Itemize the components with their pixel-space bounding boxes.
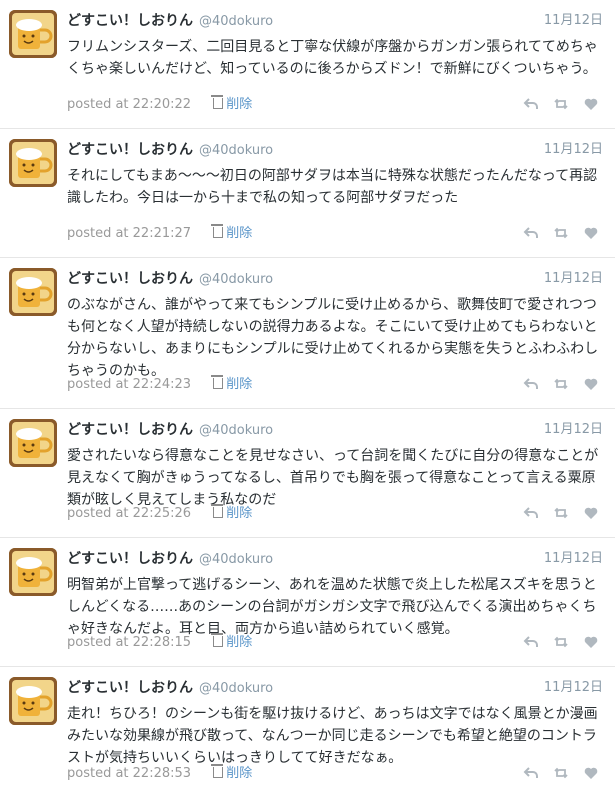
delete-label: 削除 bbox=[226, 635, 253, 650]
tweet-date[interactable]: 11月12日 bbox=[544, 140, 603, 160]
posted-time: posted at 22:20:22 bbox=[67, 97, 192, 112]
tweet-actions bbox=[523, 96, 599, 112]
trash-icon bbox=[211, 95, 224, 109]
delete-link[interactable]: 削除 bbox=[211, 224, 253, 241]
user-handle[interactable]: @40dokuro bbox=[199, 423, 273, 438]
reply-icon[interactable] bbox=[523, 765, 539, 781]
tweet: どすこい！しおりん @40dokuro 11月12日 明智弟が上官撃って逃げるシー… bbox=[0, 538, 615, 667]
reply-icon[interactable] bbox=[523, 225, 539, 241]
user-name[interactable]: どすこい！しおりん bbox=[67, 271, 193, 287]
tweet: どすこい！しおりん @40dokuro 11月12日 愛されたいなら得意なことを見… bbox=[0, 409, 615, 538]
tweet-text: のぶながさん、誰がやって来てもシンプルに受け止めるから、歌舞伎町で愛されつつも何… bbox=[67, 297, 599, 379]
tweet-text: 走れ！ちひろ！のシーンも街を駆け抜けるけど、あっちは文字ではなく風景とか漫画みた… bbox=[67, 706, 598, 766]
trash-icon bbox=[211, 633, 224, 647]
reply-icon[interactable] bbox=[523, 376, 539, 392]
retweet-icon[interactable] bbox=[553, 765, 569, 781]
tweet-meta: posted at 22:25:26 削除 bbox=[67, 504, 253, 523]
heart-icon[interactable] bbox=[583, 505, 599, 521]
tweet-header: どすこい！しおりん @40dokuro 11月12日 bbox=[67, 140, 603, 160]
retweet-icon[interactable] bbox=[553, 96, 569, 112]
delete-link[interactable]: 削除 bbox=[211, 375, 253, 392]
retweet-icon[interactable] bbox=[553, 634, 569, 650]
delete-label: 削除 bbox=[226, 226, 253, 241]
user-handle[interactable]: @40dokuro bbox=[199, 143, 273, 158]
reply-icon[interactable] bbox=[523, 96, 539, 112]
tweet-header: どすこい！しおりん @40dokuro 11月12日 bbox=[67, 11, 603, 31]
heart-icon[interactable] bbox=[583, 765, 599, 781]
tweet-meta: posted at 22:24:23 削除 bbox=[67, 375, 253, 394]
tweet-header: どすこい！しおりん @40dokuro 11月12日 bbox=[67, 420, 603, 440]
tweet-actions bbox=[523, 765, 599, 781]
user-name[interactable]: どすこい！しおりん bbox=[67, 680, 193, 696]
tweet-date[interactable]: 11月12日 bbox=[544, 549, 603, 569]
tweet-text: それにしてもまあ〜〜〜初日の阿部サダヲは本当に特殊な状態だったんだなって再認識し… bbox=[67, 168, 598, 206]
avatar[interactable] bbox=[9, 419, 57, 467]
avatar[interactable] bbox=[9, 677, 57, 725]
reply-icon[interactable] bbox=[523, 634, 539, 650]
tweet-header: どすこい！しおりん @40dokuro 11月12日 bbox=[67, 549, 603, 569]
posted-time: posted at 22:24:23 bbox=[67, 377, 192, 392]
user-handle[interactable]: @40dokuro bbox=[199, 681, 273, 696]
retweet-icon[interactable] bbox=[553, 225, 569, 241]
tweet-header: どすこい！しおりん @40dokuro 11月12日 bbox=[67, 269, 603, 289]
retweet-icon[interactable] bbox=[553, 376, 569, 392]
tweet-date[interactable]: 11月12日 bbox=[544, 420, 603, 440]
tweet-date[interactable]: 11月12日 bbox=[544, 11, 603, 31]
heart-icon[interactable] bbox=[583, 225, 599, 241]
tweet-text: 明智弟が上官撃って逃げるシーン、あれを温めた状態で炎上した松尾スズキを思うとしん… bbox=[67, 577, 597, 637]
tweet-header: どすこい！しおりん @40dokuro 11月12日 bbox=[67, 678, 603, 698]
tweet: どすこい！しおりん @40dokuro 11月12日 フリムンシスターズ、二回目見… bbox=[0, 0, 615, 129]
tweet: どすこい！しおりん @40dokuro 11月12日 それにしてもまあ〜〜〜初日の… bbox=[0, 129, 615, 258]
trash-icon bbox=[211, 764, 224, 778]
tweet-text: フリムンシスターズ、二回目見ると丁寧な伏線が序盤からガンガン張られててめちゃくち… bbox=[67, 39, 598, 77]
tweet-meta: posted at 22:20:22 削除 bbox=[67, 95, 253, 114]
tweet-actions bbox=[523, 505, 599, 521]
user-handle[interactable]: @40dokuro bbox=[199, 552, 273, 567]
avatar[interactable] bbox=[9, 10, 57, 58]
trash-icon bbox=[211, 375, 224, 389]
user-handle[interactable]: @40dokuro bbox=[199, 272, 273, 287]
avatar[interactable] bbox=[9, 139, 57, 187]
user-name[interactable]: どすこい！しおりん bbox=[67, 13, 193, 29]
delete-link[interactable]: 削除 bbox=[211, 633, 253, 650]
heart-icon[interactable] bbox=[583, 634, 599, 650]
tweet-meta: posted at 22:28:15 削除 bbox=[67, 633, 253, 652]
retweet-icon[interactable] bbox=[553, 505, 569, 521]
tweet-text: 愛されたいなら得意なことを見せなさい、って台詞を聞くたびに自分の得意なことが見え… bbox=[67, 448, 599, 508]
avatar[interactable] bbox=[9, 268, 57, 316]
delete-link[interactable]: 削除 bbox=[211, 95, 253, 112]
tweet-date[interactable]: 11月12日 bbox=[544, 678, 603, 698]
tweet: どすこい！しおりん @40dokuro 11月12日 走れ！ちひろ！のシーンも街を… bbox=[0, 667, 615, 791]
tweet-actions bbox=[523, 376, 599, 392]
delete-label: 削除 bbox=[226, 506, 253, 521]
reply-icon[interactable] bbox=[523, 505, 539, 521]
tweet-meta: posted at 22:21:27 削除 bbox=[67, 224, 253, 243]
tweet: どすこい！しおりん @40dokuro 11月12日 のぶながさん、誰がやって来て… bbox=[0, 258, 615, 409]
delete-link[interactable]: 削除 bbox=[211, 764, 253, 781]
trash-icon bbox=[211, 224, 224, 238]
posted-time: posted at 22:28:15 bbox=[67, 635, 192, 650]
delete-label: 削除 bbox=[226, 766, 253, 781]
avatar[interactable] bbox=[9, 548, 57, 596]
delete-label: 削除 bbox=[226, 97, 253, 112]
delete-link[interactable]: 削除 bbox=[211, 504, 253, 521]
tweet-feed: どすこい！しおりん @40dokuro 11月12日 フリムンシスターズ、二回目見… bbox=[0, 0, 615, 791]
user-name[interactable]: どすこい！しおりん bbox=[67, 551, 193, 567]
tweet-actions bbox=[523, 225, 599, 241]
user-name[interactable]: どすこい！しおりん bbox=[67, 142, 193, 158]
tweet-actions bbox=[523, 634, 599, 650]
trash-icon bbox=[211, 504, 224, 518]
heart-icon[interactable] bbox=[583, 96, 599, 112]
user-name[interactable]: どすこい！しおりん bbox=[67, 422, 193, 438]
tweet-date[interactable]: 11月12日 bbox=[544, 269, 603, 289]
heart-icon[interactable] bbox=[583, 376, 599, 392]
posted-time: posted at 22:25:26 bbox=[67, 506, 192, 521]
posted-time: posted at 22:28:53 bbox=[67, 766, 192, 781]
posted-time: posted at 22:21:27 bbox=[67, 226, 192, 241]
delete-label: 削除 bbox=[226, 377, 253, 392]
user-handle[interactable]: @40dokuro bbox=[199, 14, 273, 29]
tweet-meta: posted at 22:28:53 削除 bbox=[67, 764, 253, 783]
